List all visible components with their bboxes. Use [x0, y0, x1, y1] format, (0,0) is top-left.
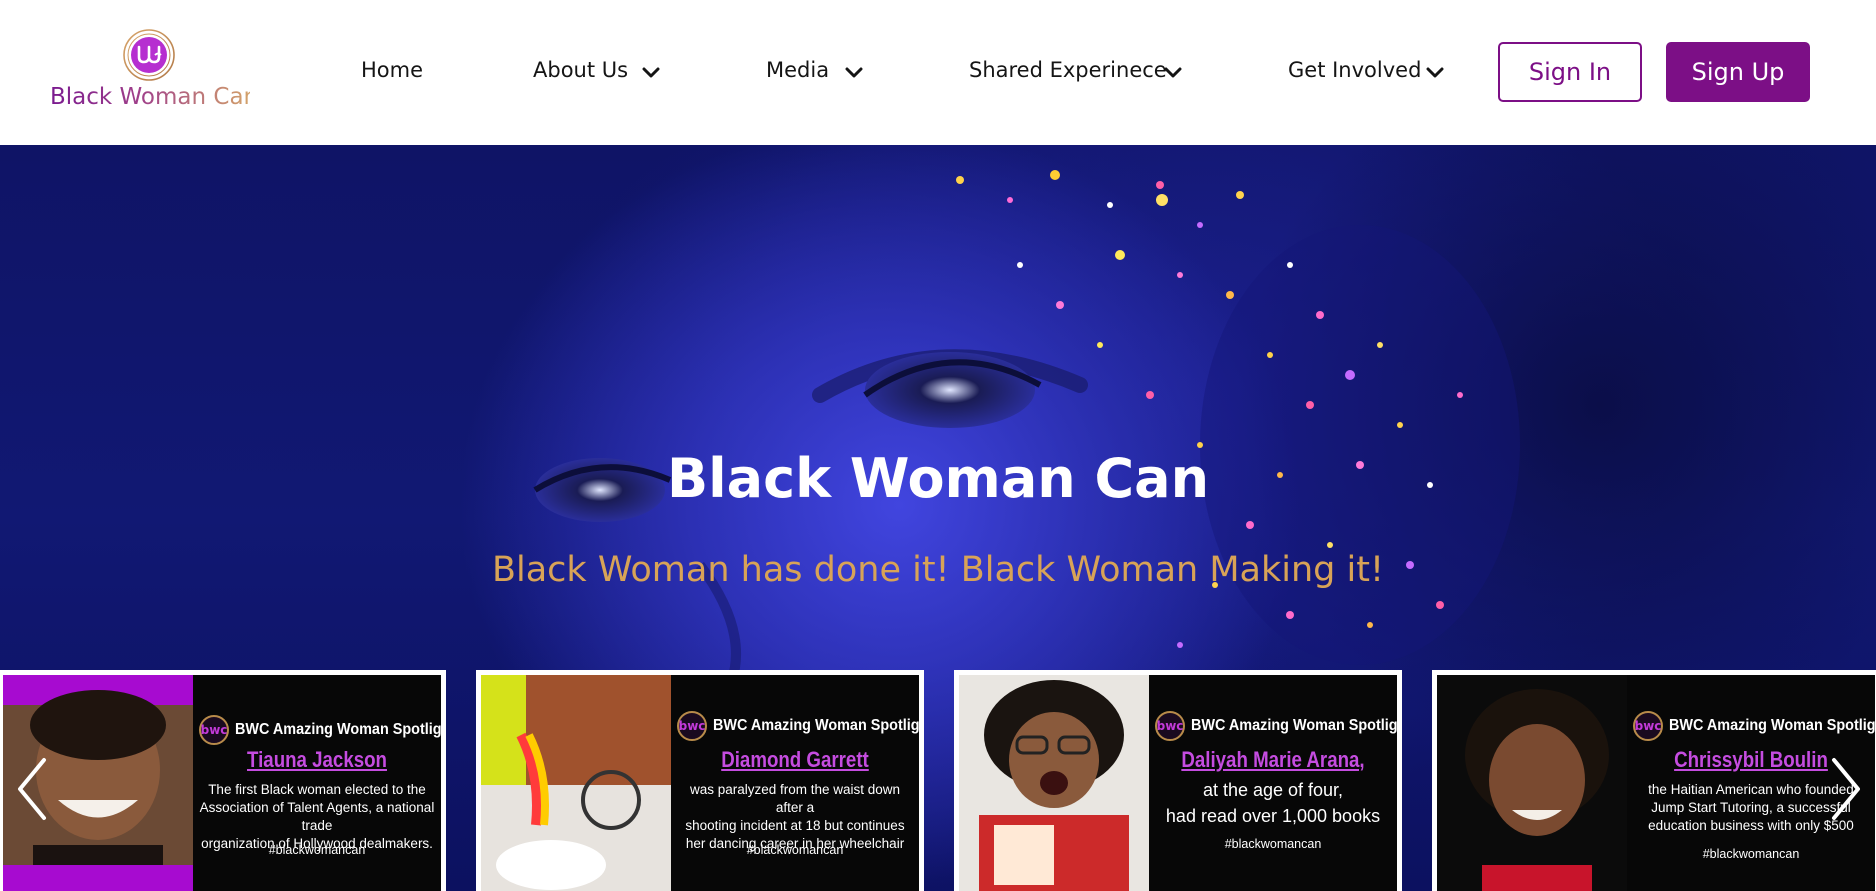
hero-subtitle: Black Woman has done it! Black Woman Mak… [492, 550, 1384, 590]
nav-shared-experience[interactable]: Shared Experinece [969, 58, 1182, 82]
chevron-down-icon [845, 67, 863, 78]
carousel-prev-button[interactable] [14, 756, 50, 822]
hero-title: Black Woman Can [666, 447, 1210, 510]
spotlight-card-inner: bwc BWC Amazing Woman Spotlights Chrissy… [1437, 675, 1875, 891]
spotlight-hashtag: #blackwomancan [1224, 837, 1322, 851]
spotlight-text: bwc BWC Amazing Woman Spotlights Daliyah… [1149, 675, 1397, 891]
bwc-badge-icon: bwc [1633, 711, 1663, 741]
chevron-down-icon [642, 67, 660, 78]
spotlight-heading-row: bwc BWC Amazing Woman Spotlights [1633, 711, 1875, 741]
portrait-image [1465, 689, 1609, 891]
nav-home-label: Home [361, 58, 424, 82]
spotlight-card[interactable]: bwc BWC Amazing Woman Spotlights Tiauna … [0, 670, 446, 891]
nav-get-involved-label: Get Involved [1288, 58, 1422, 82]
portrait-image [481, 675, 671, 891]
chevron-down-icon [1426, 67, 1444, 78]
bwc-badge-icon: bwc [677, 711, 707, 741]
nav-shared-experience-label: Shared Experinece [969, 58, 1167, 82]
portrait-image [979, 680, 1129, 891]
spotlight-card-inner: bwc BWC Amazing Woman Spotlights Daliyah… [959, 675, 1397, 891]
sign-in-button[interactable]: Sign In [1498, 42, 1642, 102]
spotlight-heading-row: bwc BWC Amazing Woman Spotlights [677, 711, 919, 741]
nav-get-involved[interactable]: Get Involved [1288, 58, 1444, 82]
spotlight-heading: BWC Amazing Woman Spotlights [1669, 717, 1875, 734]
chevron-right-icon [1832, 758, 1860, 820]
spotlight-heading-row: bwc BWC Amazing Woman Spotlights [1155, 711, 1397, 741]
site-header: Black Woman Can Home About Us Media Shar… [0, 0, 1876, 145]
spotlight-photo [959, 675, 1149, 891]
chevron-down-icon [1164, 67, 1182, 78]
spotlight-photo [481, 675, 671, 891]
brand-logo[interactable]: Black Woman Can [50, 26, 259, 116]
spotlight-name-link[interactable]: Tiauna Jackson [212, 747, 423, 773]
bwc-badge-icon: bwc [1155, 711, 1185, 741]
logo-mark-icon [123, 29, 175, 81]
spotlight-name-link[interactable]: Chrissybil Boulin [1646, 747, 1857, 773]
spotlight-hashtag: #blackwomancan [746, 843, 844, 857]
spotlight-photo [1437, 675, 1627, 891]
spotlight-name-link[interactable]: Daliyah Marie Arana, [1168, 747, 1379, 773]
spotlight-card-inner: bwc BWC Amazing Woman Spotlights Diamond… [481, 675, 919, 891]
spotlight-text: bwc BWC Amazing Woman Spotlights Tiauna … [193, 675, 441, 891]
bwc-badge-icon: bwc [199, 715, 229, 745]
spotlight-carousel: bwc BWC Amazing Woman Spotlights Tiauna … [0, 670, 1876, 891]
chevron-left-icon [18, 758, 46, 820]
spotlight-heading-row: bwc BWC Amazing Woman Spotlights [199, 715, 441, 745]
spotlight-card[interactable]: bwc BWC Amazing Woman Spotlights Daliyah… [954, 670, 1402, 891]
nav-media-label: Media [766, 58, 830, 82]
spotlight-card[interactable]: bwc BWC Amazing Woman Spotlights Chrissy… [1432, 670, 1876, 891]
spotlight-text: bwc BWC Amazing Woman Spotlights Diamond… [671, 675, 919, 891]
carousel-next-button[interactable] [1828, 756, 1864, 822]
nav-about-us[interactable]: About Us [533, 58, 660, 82]
spotlight-heading: BWC Amazing Woman Spotlights [235, 721, 441, 738]
nav-media[interactable]: Media [766, 58, 863, 82]
nav-home[interactable]: Home [361, 58, 423, 82]
sign-up-button[interactable]: Sign Up [1666, 42, 1810, 102]
spotlight-name-link[interactable]: Diamond Garrett [690, 747, 901, 773]
spotlight-description: at the age of four, had read over 1,000 … [1165, 780, 1381, 826]
spotlight-card-inner: bwc BWC Amazing Woman Spotlights Tiauna … [3, 675, 441, 891]
spotlight-card[interactable]: bwc BWC Amazing Woman Spotlights Diamond… [476, 670, 924, 891]
brand-name: Black Woman Can [50, 84, 259, 110]
nav-about-us-label: About Us [533, 58, 629, 82]
spotlight-hashtag: #blackwomancan [268, 843, 366, 857]
spotlight-hashtag: #blackwomancan [1702, 847, 1800, 861]
spotlight-heading: BWC Amazing Woman Spotlights [1191, 717, 1397, 734]
spotlight-heading: BWC Amazing Woman Spotlights [713, 717, 919, 734]
